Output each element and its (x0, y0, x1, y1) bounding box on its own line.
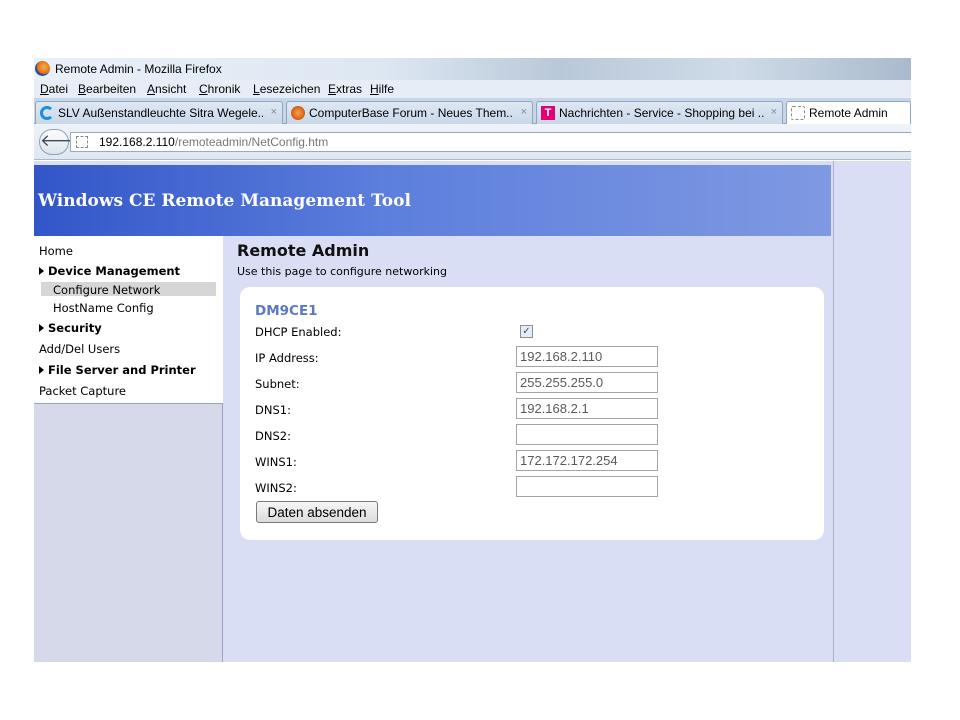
menu-chronik[interactable]: Chronik (199, 82, 240, 96)
menu-lesezeichen[interactable]: Lesezeichen (253, 82, 320, 96)
url-host: 192.168.2.110/remoteadmin/NetConfig.htm (99, 135, 329, 149)
sidebar-item-hostname-config[interactable]: HostName Config (53, 301, 154, 315)
ip-address-label: IP Address: (255, 351, 319, 365)
menu-extras[interactable]: Extras (328, 82, 362, 96)
tab-computerbase[interactable]: ComputerBase Forum - Neues Them... × (286, 101, 533, 124)
main-panel: Remote Admin Use this page to configure … (224, 236, 831, 662)
menu-ansicht[interactable]: Ansicht (147, 82, 186, 96)
menu-bar: Datei Bearbeiten Ansicht Chronik Lesezei… (34, 80, 911, 98)
browser-window: Remote Admin - Mozilla Firefox Datei Bea… (34, 58, 911, 662)
sidebar-item-configure-network[interactable]: Configure Network (53, 283, 160, 297)
menu-bearbeiten[interactable]: Bearbeiten (78, 82, 136, 96)
dhcp-checkbox[interactable]: ✓ (520, 325, 533, 338)
menu-hilfe[interactable]: Hilfe (370, 82, 394, 96)
close-icon[interactable]: × (521, 106, 527, 118)
title-bar: Remote Admin - Mozilla Firefox (34, 58, 911, 80)
dhcp-label: DHCP Enabled: (255, 325, 342, 339)
tab-label: Nachrichten - Service - Shopping bei ... (559, 106, 764, 120)
sidebar-nav: Home Device Management Configure Network… (34, 236, 223, 404)
page-title: Remote Admin (237, 241, 370, 260)
tab-telekom[interactable]: T Nachrichten - Service - Shopping bei .… (536, 101, 783, 124)
triangle-right-icon (39, 267, 44, 275)
dns2-label: DNS2: (255, 429, 291, 443)
url-path: /remoteadmin/NetConfig.htm (174, 135, 329, 149)
subnet-label: Subnet: (255, 377, 300, 391)
firefox-icon (35, 61, 50, 76)
ip-address-input[interactable] (516, 346, 658, 367)
device-name: DM9CE1 (255, 303, 318, 319)
content-frame: Windows CE Remote Management Tool Home D… (34, 161, 834, 662)
window-title: Remote Admin - Mozilla Firefox (55, 62, 222, 76)
navigation-bar: 🡐 192.168.2.110/remoteadmin/NetConfig.ht… (34, 124, 911, 160)
page-description: Use this page to configure networking (237, 265, 447, 278)
sidebar-item-device-management[interactable]: Device Management (39, 264, 180, 278)
page-icon (76, 136, 88, 148)
tab-remote-admin[interactable]: Remote Admin (786, 101, 911, 125)
tab-label: Remote Admin (809, 106, 888, 120)
wins1-label: WINS1: (255, 455, 297, 469)
sidebar-item-home[interactable]: Home (39, 244, 73, 258)
sidebar: Home Device Management Configure Network… (34, 236, 223, 662)
wins2-label: WINS2: (255, 481, 297, 495)
blank-page-icon (791, 106, 805, 120)
sidebar-item-add-del-users[interactable]: Add/Del Users (39, 342, 120, 356)
sidebar-item-file-server[interactable]: File Server and Printer (39, 363, 196, 377)
triangle-right-icon (39, 324, 44, 332)
sidebar-item-security[interactable]: Security (39, 321, 102, 335)
c-icon (40, 106, 54, 120)
network-config-card: DM9CE1 DHCP Enabled: ✓ IP Address: Subne… (240, 287, 824, 540)
close-icon[interactable]: × (771, 106, 777, 118)
wins1-input[interactable] (516, 450, 658, 471)
sidebar-item-packet-capture[interactable]: Packet Capture (39, 384, 126, 398)
banner-title: Windows CE Remote Management Tool (38, 191, 411, 211)
tab-label: ComputerBase Forum - Neues Them... (309, 106, 514, 120)
submit-button[interactable]: Daten absenden (256, 501, 378, 523)
wins2-input[interactable] (516, 476, 658, 497)
dns1-label: DNS1: (255, 403, 291, 417)
page-content: Windows CE Remote Management Tool Home D… (34, 161, 911, 662)
banner: Windows CE Remote Management Tool (34, 165, 831, 236)
close-icon[interactable]: × (271, 106, 277, 118)
tab-slv[interactable]: SLV Außenstandleuchte Sitra Wegele... × (35, 101, 283, 124)
url-bar[interactable]: 192.168.2.110/remoteadmin/NetConfig.htm (70, 132, 911, 152)
tab-label: SLV Außenstandleuchte Sitra Wegele... (58, 106, 263, 120)
tab-strip: SLV Außenstandleuchte Sitra Wegele... × … (34, 98, 911, 125)
subnet-input[interactable] (516, 372, 658, 393)
triangle-right-icon (39, 366, 44, 374)
right-pane (834, 161, 911, 662)
menu-datei[interactable]: Datei (40, 82, 68, 96)
dns2-input[interactable] (516, 424, 658, 445)
telekom-icon: T (541, 106, 555, 120)
dns1-input[interactable] (516, 398, 658, 419)
computerbase-icon (291, 106, 305, 120)
back-button[interactable]: 🡐 (39, 129, 86, 155)
